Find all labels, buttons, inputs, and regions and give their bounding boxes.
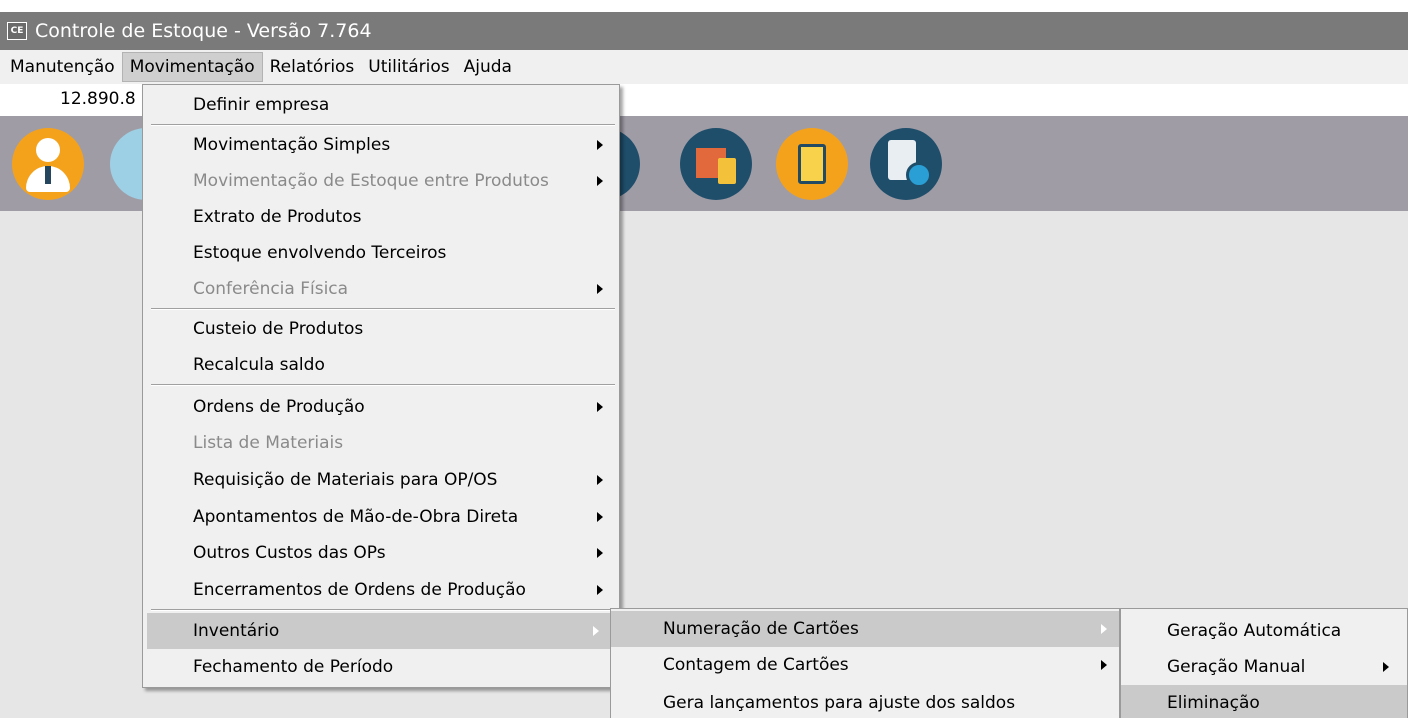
menu-manutencao[interactable]: Manutenção (3, 52, 122, 82)
submenu-arrow-icon (597, 140, 603, 150)
submenu-arrow-icon (597, 284, 603, 294)
box-clipboard-icon[interactable] (680, 128, 752, 200)
user-head-shape (36, 138, 60, 162)
app-icon: CE (7, 22, 27, 40)
menu-item-label: Movimentação de Estoque entre Produtos (193, 171, 549, 191)
menu-separator (151, 308, 615, 310)
window-title: Controle de Estoque - Versão 7.764 (35, 20, 372, 42)
menu-separator (151, 609, 615, 611)
status-value: 12.890.8 (60, 89, 136, 109)
movimentacao-menu: Definir empresa Movimentação Simples Mov… (142, 84, 620, 688)
clipboard-check-icon[interactable] (870, 128, 942, 200)
menu-item-movimentacao-entre-produtos[interactable]: Movimentação de Estoque entre Produtos (143, 163, 619, 199)
submenu-arrow-icon (1101, 660, 1107, 670)
menu-item-label: Geração Automática (1167, 621, 1342, 641)
menu-item-label: Gera lançamentos para ajuste dos saldos (663, 693, 1016, 713)
menu-item-requisicao-de-materiais[interactable]: Requisição de Materiais para OP/OS (143, 462, 619, 498)
user-icon[interactable] (12, 128, 84, 200)
menu-item-label: Ordens de Produção (193, 397, 365, 417)
menu-item-label: Numeração de Cartões (663, 619, 859, 639)
menu-item-label: Estoque envolvendo Terceiros (193, 243, 447, 263)
menu-movimentacao[interactable]: Movimentação (121, 52, 263, 82)
menu-ajuda[interactable]: Ajuda (457, 52, 519, 82)
menu-item-ordens-de-producao[interactable]: Ordens de Produção (143, 389, 619, 425)
menu-item-label: Encerramentos de Ordens de Produção (193, 580, 526, 600)
clipboard-location-icon[interactable] (776, 128, 848, 200)
menu-separator (151, 124, 615, 126)
menu-item-encerramentos-ordens[interactable]: Encerramentos de Ordens de Produção (143, 572, 619, 608)
menu-item-custeio-de-produtos[interactable]: Custeio de Produtos (143, 311, 619, 347)
menu-item-movimentacao-simples[interactable]: Movimentação Simples (143, 127, 619, 163)
menu-item-gera-lancamentos[interactable]: Gera lançamentos para ajuste dos saldos (611, 685, 1119, 718)
menu-item-conferencia-fisica[interactable]: Conferência Física (143, 271, 619, 307)
submenu-arrow-icon (597, 512, 603, 522)
menu-separator (151, 384, 615, 386)
menu-item-lista-de-materiais[interactable]: Lista de Materiais (143, 425, 619, 461)
clipboard-shape (718, 158, 736, 184)
menu-item-label: Inventário (193, 621, 280, 641)
menu-item-label: Eliminação (1167, 693, 1260, 713)
title-bar: CE Controle de Estoque - Versão 7.764 (0, 12, 1408, 50)
numeracao-submenu: Geração Automática Geração Manual Elimin… (1120, 608, 1408, 718)
menu-item-eliminacao[interactable]: Eliminação (1121, 685, 1407, 718)
menu-item-numeracao-de-cartoes[interactable]: Numeração de Cartões (611, 611, 1119, 647)
submenu-arrow-icon (593, 626, 599, 636)
menu-item-label: Contagem de Cartões (663, 655, 849, 675)
menu-item-geracao-manual[interactable]: Geração Manual (1121, 649, 1407, 685)
menu-relatorios[interactable]: Relatórios (263, 52, 362, 82)
menu-item-label: Extrato de Produtos (193, 207, 362, 227)
menu-item-geracao-automatica[interactable]: Geração Automática (1121, 613, 1407, 649)
menu-item-recalcula-saldo[interactable]: Recalcula saldo (143, 347, 619, 383)
submenu-arrow-icon (597, 548, 603, 558)
submenu-arrow-icon (1383, 662, 1389, 672)
user-tie-shape (45, 166, 51, 184)
menu-item-label: Geração Manual (1167, 657, 1306, 677)
submenu-arrow-icon (597, 585, 603, 595)
clipboard-shape (798, 144, 826, 184)
menu-item-estoque-terceiros[interactable]: Estoque envolvendo Terceiros (143, 235, 619, 271)
menu-item-contagem-de-cartoes[interactable]: Contagem de Cartões (611, 647, 1119, 683)
menu-item-label: Apontamentos de Mão-de-Obra Direta (193, 507, 519, 527)
menu-item-label: Definir empresa (193, 95, 330, 115)
submenu-arrow-icon (597, 176, 603, 186)
menu-item-label: Lista de Materiais (193, 433, 344, 453)
menu-item-label: Conferência Física (193, 279, 349, 299)
menu-item-label: Outros Custos das OPs (193, 543, 386, 563)
menu-item-label: Recalcula saldo (193, 355, 325, 375)
menu-item-label: Custeio de Produtos (193, 319, 364, 339)
menu-item-definir-empresa[interactable]: Definir empresa (143, 87, 619, 123)
top-strip (0, 0, 1408, 12)
submenu-arrow-icon (597, 475, 603, 485)
menu-item-outros-custos-ops[interactable]: Outros Custos das OPs (143, 535, 619, 571)
menu-bar: Manutenção Movimentação Relatórios Utili… (0, 50, 1408, 84)
menu-item-inventario[interactable]: Inventário (147, 613, 615, 649)
submenu-arrow-icon (1101, 624, 1107, 634)
menu-utilitarios[interactable]: Utilitários (361, 52, 456, 82)
menu-item-label: Movimentação Simples (193, 135, 391, 155)
menu-item-fechamento-de-periodo[interactable]: Fechamento de Período (143, 649, 619, 685)
menu-item-apontamentos-mao-de-obra[interactable]: Apontamentos de Mão-de-Obra Direta (143, 499, 619, 535)
check-badge-shape (906, 162, 932, 188)
menu-item-label: Fechamento de Período (193, 657, 394, 677)
menu-item-extrato-de-produtos[interactable]: Extrato de Produtos (143, 199, 619, 235)
submenu-arrow-icon (597, 402, 603, 412)
menu-item-label: Requisição de Materiais para OP/OS (193, 470, 498, 490)
inventario-submenu: Numeração de Cartões Contagem de Cartões… (610, 608, 1120, 718)
